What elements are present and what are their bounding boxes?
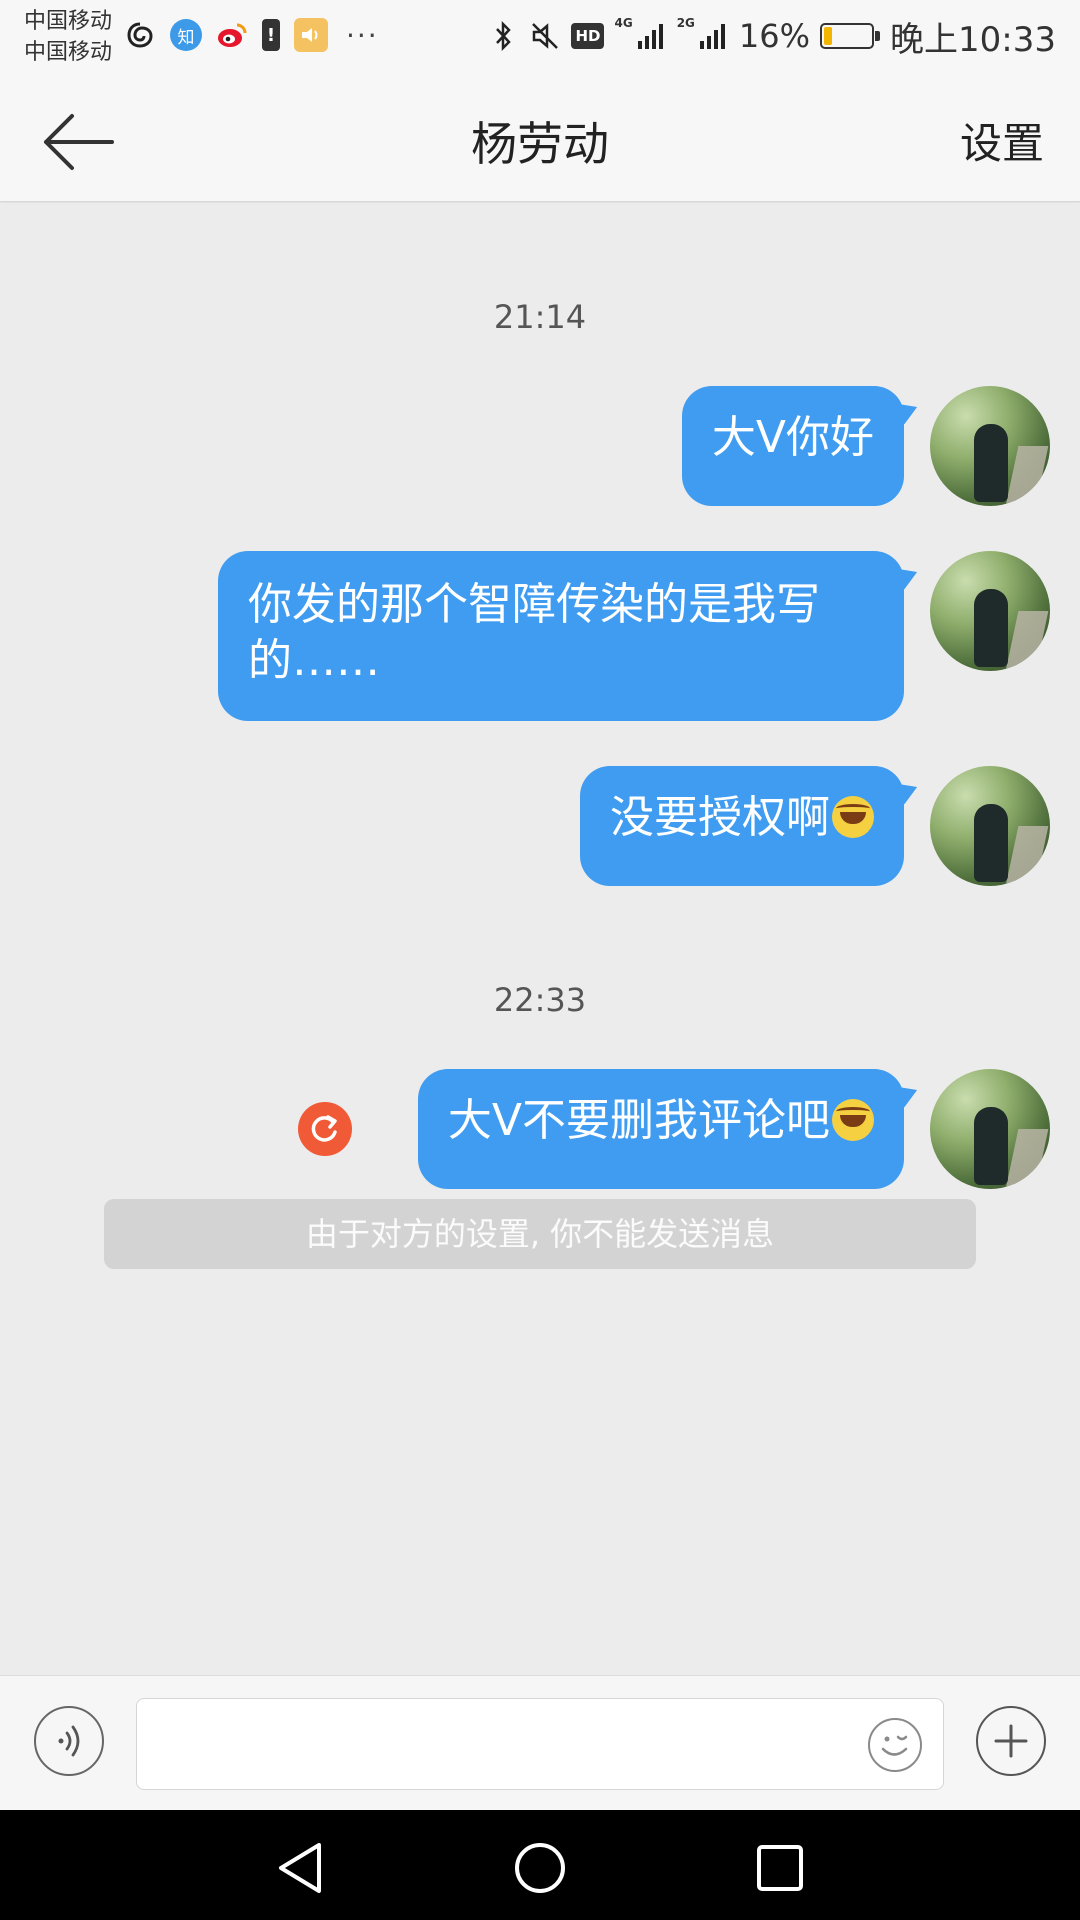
square-recents-icon [757,1845,803,1891]
message-bubble[interactable]: 大V不要删我评论吧 [417,1069,904,1189]
system-navigation-bar [0,1810,1080,1920]
avatar[interactable] [930,551,1050,671]
input-bar [0,1675,1080,1810]
more-actions-button[interactable] [976,1706,1046,1776]
sound-app-icon [294,18,328,52]
carrier-2: 中国移动 [24,40,113,65]
message-text: 没要授权啊 [610,792,830,843]
message-list[interactable]: 21:14 大V你好 你发的那个智障传染的是我写的…… 没要授权啊 22:33 [0,203,1080,1675]
netease-icon [124,19,156,51]
message-bubble[interactable]: 没要授权啊 [580,766,904,886]
laugh-cry-emoji-icon [832,1099,874,1141]
smiley-icon [881,1735,908,1756]
system-home-button[interactable] [512,1840,568,1896]
voice-icon [58,1725,80,1757]
weibo-icon [216,19,248,51]
signal-icon [635,20,667,52]
message-text: 你发的那个智障传染的是我写的…… [248,579,820,686]
plus-icon [994,1724,1028,1758]
avatar[interactable] [930,386,1050,506]
battery-percent: 16% [738,17,811,55]
system-indicators: HD 4G 2G 16% 晚上10:33 [487,12,1056,60]
clock: 晚上10:33 [890,19,1056,60]
timestamp: 22:33 [493,981,587,1019]
system-recents-button[interactable] [752,1840,808,1896]
notification-icons: 知 ! ··· [124,18,379,52]
zhihu-icon: 知 [170,19,202,51]
message-text: 大V你好 [711,412,874,463]
message-input[interactable] [136,1698,944,1790]
battery-alert-icon: ! [262,19,280,51]
system-notice: 由于对方的设置, 你不能发送消息 [104,1199,976,1269]
more-notifications: ··· [346,18,379,52]
message-text: 大V不要删我评论吧 [447,1095,830,1146]
network-type-1: 4G [614,16,633,30]
avatar[interactable] [930,766,1050,886]
resend-icon[interactable] [298,1102,352,1156]
signal-icon [697,20,729,52]
settings-button[interactable]: 设置 [960,110,1044,171]
status-bar: 中国移动 中国移动 知 ! ··· HD 4G 2G 16% 晚上10:33 [0,0,1080,80]
avatar[interactable] [930,1069,1050,1189]
circle-home-icon [515,1843,565,1893]
timestamp: 21:14 [493,298,587,336]
system-back-button[interactable] [272,1840,328,1896]
carrier-1: 中国移动 [24,9,113,34]
mute-icon [529,20,561,52]
emoji-button[interactable] [868,1718,922,1772]
battery-fill [824,27,833,45]
laugh-cry-emoji-icon [832,796,874,838]
chat-header: 杨劳动 设置 [0,80,1080,202]
message-bubble[interactable]: 你发的那个智障传染的是我写的…… [218,551,904,721]
bluetooth-icon [487,20,519,52]
message-bubble[interactable]: 大V你好 [681,386,904,506]
hd-badge: HD [571,23,605,49]
network-type-2: 2G [676,16,695,30]
battery-icon [820,23,881,49]
triangle-back-icon [279,1843,321,1893]
contact-name: 杨劳动 [471,117,609,171]
carrier-labels: 中国移动 中国移动 [24,6,112,68]
voice-input-button[interactable] [34,1706,104,1776]
